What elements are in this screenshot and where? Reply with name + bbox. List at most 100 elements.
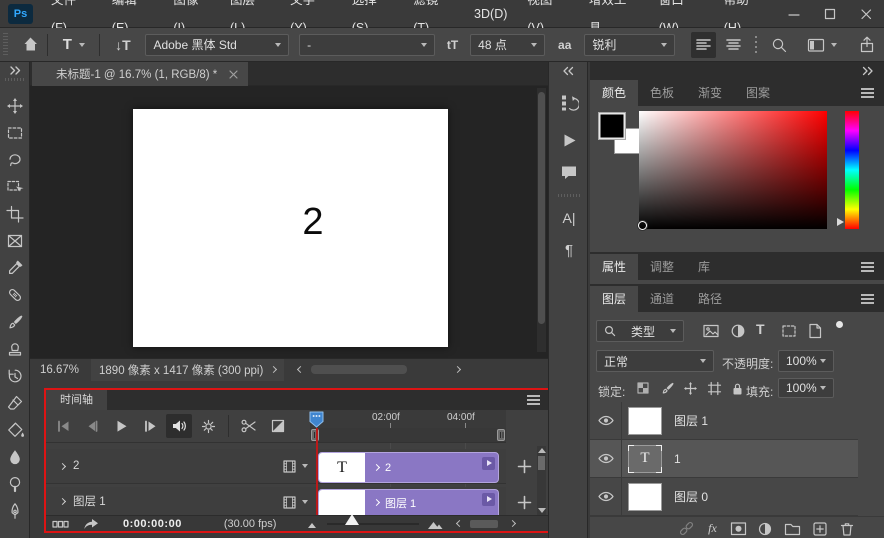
scroll-up-icon[interactable] [538,448,546,453]
clip-fx-button[interactable] [482,493,495,506]
eraser-tool[interactable] [5,393,25,413]
foreground-color-swatch[interactable] [598,112,626,140]
saturation-brightness-field[interactable] [639,111,827,229]
tab-patterns[interactable]: 图案 [734,80,782,106]
split-clip-button[interactable] [236,414,262,438]
pen-tool[interactable] [5,501,25,521]
rectangular-marquee-tool[interactable] [5,123,25,143]
text-layer-thumbnail[interactable]: T [628,445,662,473]
paint-bucket-tool[interactable] [5,420,25,440]
audio-mute-button[interactable] [166,414,192,438]
tab-libraries[interactable]: 库 [686,254,722,280]
slider-thumb[interactable] [345,514,359,525]
share-button[interactable] [851,36,884,54]
transition-button[interactable] [265,414,291,438]
clip-fx-button[interactable] [482,457,495,470]
close-icon[interactable] [229,70,238,79]
anti-alias-select[interactable]: 锐利 [584,34,675,56]
link-layers-button[interactable] [678,520,695,537]
play-button[interactable] [108,414,134,438]
expand-dock-button[interactable] [862,66,874,76]
home-button[interactable] [14,35,47,54]
tab-paths[interactable]: 路径 [686,286,734,312]
align-center-button[interactable] [720,32,746,58]
visibility-toggle[interactable] [590,478,622,515]
blend-mode-select[interactable]: 正常 [596,350,714,372]
timeline-scrollbar[interactable] [537,446,546,515]
add-media-button[interactable] [514,492,534,512]
filter-type-layers-button[interactable]: T [756,321,765,337]
blur-tool[interactable] [5,447,25,467]
layer-name[interactable]: 图层 0 [674,488,708,505]
history-brush-tool[interactable] [5,366,25,386]
visibility-toggle[interactable] [590,440,622,477]
tab-gradients[interactable]: 渐变 [686,80,734,106]
scroll-down-icon[interactable] [538,508,546,513]
tab-channels[interactable]: 通道 [638,286,686,312]
track-options[interactable] [282,458,308,474]
layer-row-selected[interactable]: T 1 [590,440,858,478]
timeline-ruler[interactable]: 02:00f 04:00f [310,410,506,428]
add-layer-mask-button[interactable] [730,520,747,537]
scrollbar-thumb[interactable] [538,92,545,324]
expander-icon[interactable] [59,462,66,469]
tab-color[interactable]: 颜色 [590,80,638,106]
new-adjustment-layer-button[interactable] [756,520,773,537]
panel-menu-icon[interactable] [861,88,874,90]
filter-pixel-layers-button[interactable] [702,322,720,340]
timeline-tab[interactable]: 时间轴 [46,390,107,410]
character-panel-button[interactable]: A| [557,206,581,230]
vertical-scrollbar[interactable] [537,88,546,352]
clone-stamp-tool[interactable] [5,339,25,359]
font-style-select[interactable]: - [299,34,435,56]
maximize-button[interactable] [812,0,848,27]
panel-grip[interactable] [3,33,8,57]
workspace-switcher[interactable] [799,37,844,53]
scrollbar-thumb[interactable] [538,456,545,470]
opacity-select[interactable]: 100% [778,350,834,372]
menu-3d[interactable]: 3D(D) [464,0,517,28]
work-area-end-handle[interactable] [497,429,505,441]
tool-preset-picker[interactable]: T [48,36,99,53]
panel-menu-icon[interactable] [861,262,874,264]
lock-pixels-button[interactable] [660,381,675,396]
notes-panel-button[interactable] [557,160,581,184]
delete-layer-button[interactable] [838,520,855,537]
lock-transparency-button[interactable] [636,381,651,396]
render-export-icon[interactable] [82,516,99,531]
move-tool[interactable] [5,96,25,116]
frame-view-icon[interactable] [52,516,69,532]
collapse-dock-button[interactable] [562,66,574,76]
visibility-toggle[interactable] [590,402,622,439]
lasso-tool[interactable] [5,150,25,170]
canvas[interactable]: 2 [133,109,448,347]
zoom-level[interactable]: 16.67% [40,364,79,376]
hue-slider[interactable] [845,111,859,229]
expander-icon[interactable] [373,464,380,471]
panel-menu-icon[interactable] [527,395,540,397]
fill-select[interactable]: 100% [778,378,834,398]
timeline-settings-button[interactable] [195,414,221,438]
previous-frame-button[interactable] [79,414,105,438]
track-options[interactable] [282,494,308,510]
expander-icon[interactable] [373,499,380,506]
lock-all-button[interactable] [730,381,745,396]
next-frame-button[interactable] [137,414,163,438]
lock-position-button[interactable] [683,381,698,396]
dock-grip[interactable] [558,194,580,197]
layer-thumbnail[interactable] [628,407,662,435]
layer-name[interactable]: 图层 1 [674,412,708,429]
filter-adjustment-layers-button[interactable] [729,322,747,340]
timeline-clip[interactable]: 图层 1 [318,489,499,515]
scroll-right-icon[interactable] [509,520,516,527]
work-area-start-handle[interactable] [311,429,319,441]
tab-swatches[interactable]: 色板 [638,80,686,106]
brush-tool[interactable] [5,312,25,332]
layer-filter-select[interactable]: 类型 [596,320,684,342]
minimize-button[interactable] [776,0,812,27]
object-selection-tool[interactable] [5,177,25,197]
zoom-in-mountain-icon[interactable] [427,517,443,531]
font-family-select[interactable]: Adobe 黑体 Std [145,34,289,56]
first-frame-button[interactable] [50,414,76,438]
scrollbar-thumb[interactable] [470,520,498,528]
